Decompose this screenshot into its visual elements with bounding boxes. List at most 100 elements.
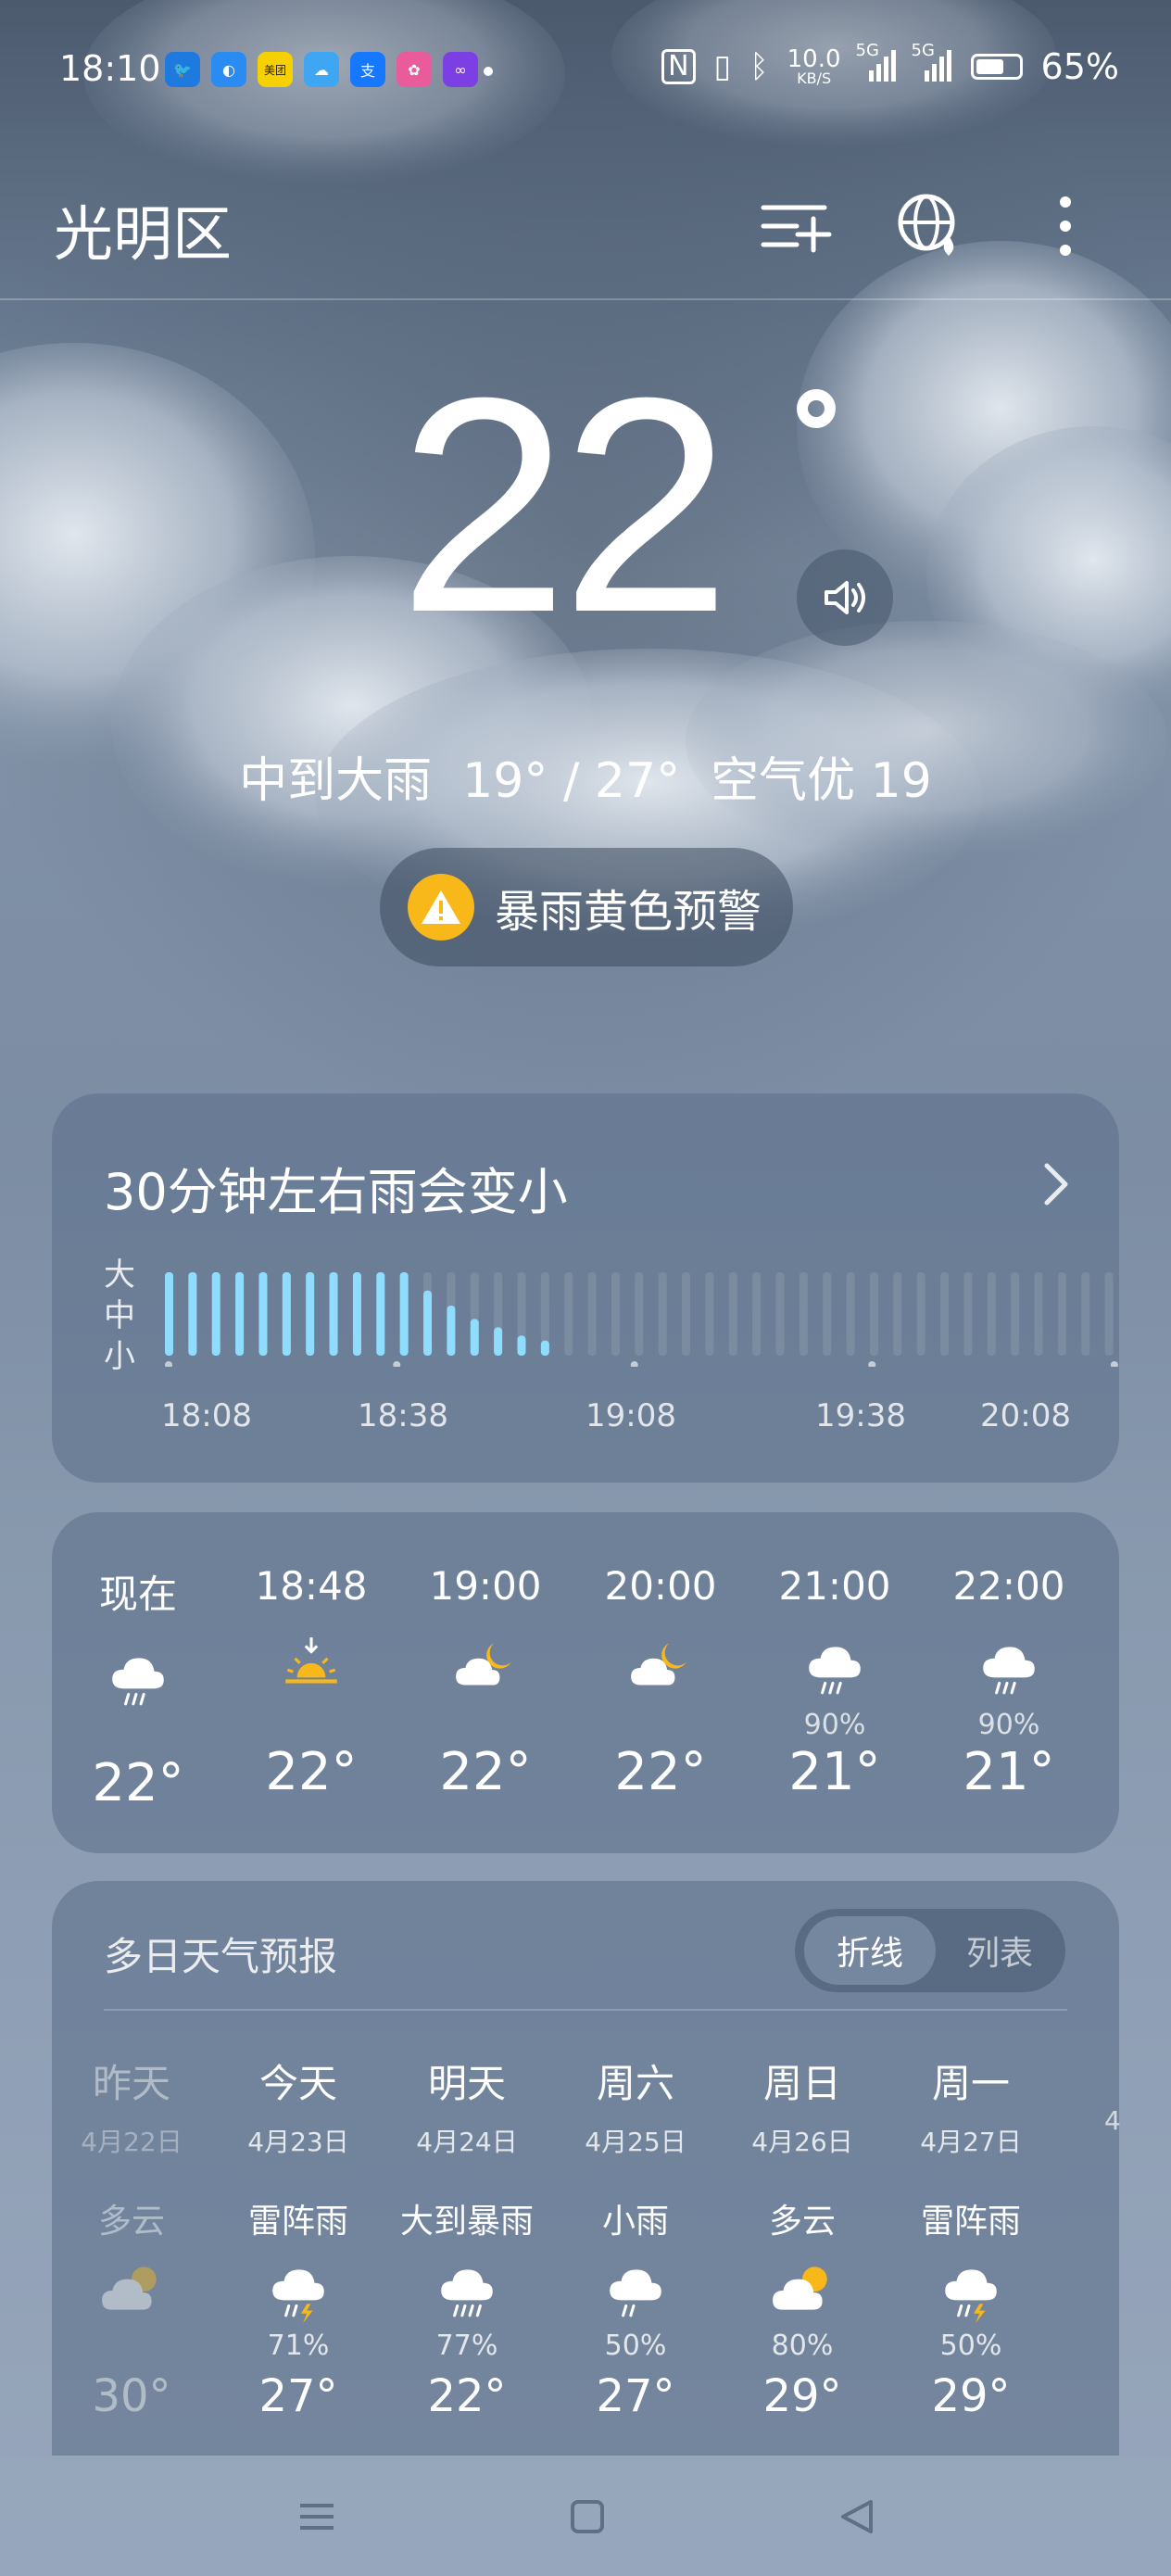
precip-chance bbox=[416, 1709, 555, 1742]
city-name[interactable]: 光明区 bbox=[54, 187, 232, 272]
rain-intensity-bar bbox=[306, 1272, 315, 1356]
cloudy-night-icon bbox=[591, 1625, 730, 1709]
hourly-item[interactable]: 18:48 22° bbox=[242, 1563, 381, 1802]
rain-intensity-bar bbox=[352, 1272, 361, 1356]
rain-intensity-bar bbox=[399, 1272, 409, 1356]
hourly-item[interactable]: 现在 22° bbox=[69, 1563, 208, 1813]
rain-intensity-bar bbox=[165, 1272, 173, 1356]
day-precip-chance bbox=[48, 2330, 215, 2365]
hour-temperature: 22° bbox=[614, 1742, 707, 1802]
globe-location-icon[interactable] bbox=[893, 189, 967, 263]
rain-bar-track bbox=[611, 1272, 620, 1356]
rain-time-label: 20:08 bbox=[980, 1397, 1071, 1434]
hourly-item[interactable]: 19:00 22° bbox=[416, 1563, 555, 1802]
video-app-icon: ∞ bbox=[443, 52, 478, 87]
hour-temperature: 22° bbox=[265, 1742, 358, 1802]
sunset-icon bbox=[242, 1625, 381, 1709]
daily-forecast-title: 多日天气预报 bbox=[104, 1934, 338, 1979]
rain-bar-track bbox=[752, 1272, 762, 1356]
day-condition: 雷阵雨 bbox=[247, 2203, 348, 2241]
rain-intensity-bar bbox=[376, 1272, 385, 1356]
day-condition: 雷阵雨 bbox=[920, 2203, 1021, 2241]
day-label: 昨天 bbox=[92, 2061, 170, 2106]
rain-bar-track bbox=[775, 1272, 785, 1356]
day-condition: 大到暴雨 bbox=[399, 2203, 534, 2241]
network-speed: 10.0 KB/S bbox=[787, 45, 841, 87]
precip-chance: 90% bbox=[803, 1709, 866, 1741]
back-nav-icon[interactable] bbox=[830, 2491, 886, 2543]
hourly-item[interactable]: 21:00 90% 21° bbox=[765, 1563, 904, 1802]
day-forecast-item[interactable]: 今天 4月23日 雷阵雨 71% 27° bbox=[215, 2052, 382, 2422]
weather-alert-button[interactable]: 暴雨黄色预警 bbox=[380, 848, 793, 966]
chevron-right-icon[interactable] bbox=[1038, 1158, 1075, 1210]
rain-intensity-bar bbox=[211, 1272, 220, 1356]
menu-nav-icon[interactable] bbox=[289, 2491, 345, 2543]
intensity-label-heavy: 大 bbox=[104, 1256, 135, 1294]
hour-temperature: 21° bbox=[788, 1742, 881, 1802]
light-rain-icon bbox=[552, 2250, 719, 2330]
rain-forecast-card[interactable]: 30分钟左右雨会变小 大 中 小 18:08 18:38 19:08 19:38… bbox=[52, 1093, 1119, 1483]
hourly-item[interactable]: 22:00 90% 21° bbox=[939, 1563, 1078, 1802]
thunder-icon bbox=[888, 2250, 1054, 2330]
thunder-icon bbox=[215, 2250, 382, 2330]
rain-cloud-icon bbox=[939, 1625, 1078, 1709]
rain-axis-tick bbox=[393, 1361, 401, 1367]
voice-broadcast-button[interactable] bbox=[797, 549, 893, 646]
battery-percent: 65% bbox=[1040, 46, 1119, 87]
rain-intensity-bar bbox=[235, 1272, 245, 1356]
meituan-app-icon: 美团 bbox=[258, 52, 293, 87]
rain-bar-track bbox=[705, 1272, 714, 1356]
day-precip-chance: 80% bbox=[771, 2330, 834, 2362]
view-toggle[interactable]: 折线 列表 bbox=[795, 1909, 1065, 1992]
status-bar: 18:10 🐦 ◐ 美团 ☁ 支 ✿ ∞ N ▯ ᛒ 10.0 KB/S 5G 5G 65% bbox=[0, 0, 1171, 139]
more-options-icon[interactable] bbox=[1028, 189, 1102, 263]
gallery-app-icon: ✿ bbox=[397, 52, 432, 87]
manage-cities-icon[interactable] bbox=[758, 189, 832, 263]
day-forecast-item[interactable]: 周日 4月26日 多云 80% 29° bbox=[719, 2052, 886, 2422]
battery-icon bbox=[970, 54, 1023, 80]
rain-axis-tick bbox=[630, 1361, 638, 1367]
day-date: 4月23日 bbox=[247, 2127, 349, 2157]
status-time: 18:10 bbox=[59, 48, 161, 89]
rain-bar-track bbox=[916, 1272, 925, 1356]
rain-bar-track bbox=[728, 1272, 737, 1356]
rain-bar-track bbox=[987, 1272, 996, 1356]
day-forecast-item[interactable]: 明天 4月24日 大到暴雨 77% 22° bbox=[384, 2052, 550, 2422]
current-temperature: 22 bbox=[398, 334, 731, 676]
day-precip-chance: 77% bbox=[435, 2330, 498, 2362]
hour-label: 18:48 bbox=[255, 1563, 368, 1609]
home-nav-icon[interactable] bbox=[560, 2491, 615, 2543]
line-view-tab[interactable]: 折线 bbox=[804, 1916, 936, 1985]
weather-summary: 中到大雨 19° / 27° 空气优 19 bbox=[239, 753, 932, 809]
rain-time-label: 19:38 bbox=[815, 1397, 906, 1434]
vibrate-icon: ▯ bbox=[713, 48, 732, 85]
day-forecast-item[interactable]: 昨天 4月22日 多云 30° bbox=[48, 2052, 215, 2422]
hourly-item[interactable]: 20:00 22° bbox=[591, 1563, 730, 1802]
day-high-temperature: 29° bbox=[762, 2370, 842, 2422]
rain-intensity-bar bbox=[517, 1335, 526, 1356]
rain-time-label: 18:38 bbox=[358, 1397, 448, 1434]
notification-app-icons: 🐦 ◐ 美团 ☁ 支 ✿ ∞ bbox=[165, 52, 478, 87]
rain-bar-track bbox=[1034, 1272, 1043, 1356]
warning-icon bbox=[408, 874, 474, 941]
cloudy-day-icon bbox=[719, 2250, 886, 2330]
precip-chance bbox=[69, 1720, 208, 1753]
rain-bar-track bbox=[963, 1272, 973, 1356]
rain-bar-track bbox=[635, 1272, 644, 1356]
intensity-label-light: 小 bbox=[104, 1338, 135, 1375]
day-condition: 多云 bbox=[768, 2203, 836, 2241]
daily-forecast-card[interactable]: 多日天气预报 折线 列表 4 昨天 4月22日 多云 30° 今天 4月23日 雷阵雨 71%… bbox=[52, 1881, 1121, 2456]
rain-intensity-bar bbox=[282, 1272, 291, 1356]
rain-intensity-bar bbox=[258, 1272, 268, 1356]
list-view-tab[interactable]: 列表 bbox=[943, 1916, 1056, 1985]
more-notifications-dot-icon bbox=[484, 67, 493, 76]
hourly-forecast-card[interactable]: 现在 22° 18:48 22° 19:00 22° 20:00 22° 21:00 90% 21°… bbox=[52, 1512, 1119, 1853]
precip-chance bbox=[242, 1709, 381, 1742]
divider bbox=[104, 2009, 1067, 2011]
hour-label: 19:00 bbox=[429, 1563, 542, 1609]
next-day-date-peek: 4 bbox=[1104, 2105, 1121, 2136]
signal-5g-icon-2: 5G bbox=[912, 41, 952, 86]
day-forecast-item[interactable]: 周六 4月25日 小雨 50% 27° bbox=[552, 2052, 719, 2422]
day-forecast-item[interactable]: 周一 4月27日 雷阵雨 50% 29° bbox=[888, 2052, 1054, 2422]
rain-intensity-bar bbox=[329, 1272, 338, 1356]
